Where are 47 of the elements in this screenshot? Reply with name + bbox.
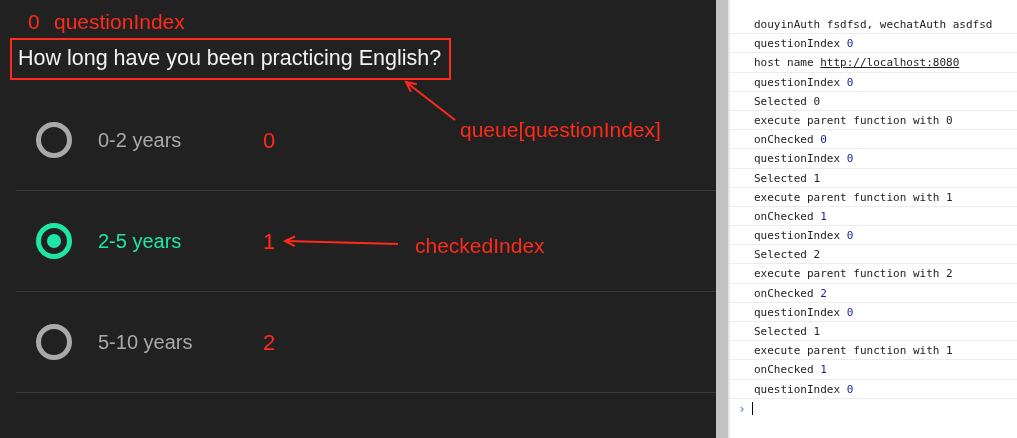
console-log-value: 2 [820,286,827,300]
console-log-value: 0 [846,305,854,319]
console-log-text: questionIndex [754,382,841,396]
console-log-value: 1 [820,209,827,223]
console-log-text: execute parent function with 1 [754,190,953,204]
console-log-text: onChecked [754,286,814,300]
console-log-text: execute parent function with 1 [754,344,953,358]
console-log-text: questionIndex [754,305,841,319]
annotation-label: queue[questionIndex] [460,117,661,143]
annotation-label: 0 [28,9,40,35]
console-log-value: 1 [820,363,827,377]
console-log-text: onChecked [754,209,814,223]
console-log-text: Selected 0 [754,94,821,108]
option-label[interactable]: 2-5 years [98,226,263,256]
radio-button[interactable] [36,324,72,360]
console-log-text: questionIndex [754,37,841,51]
console-log-value: 0 [846,382,854,396]
console-log-text: questionIndex [754,75,841,89]
prompt-icon: › [738,399,746,419]
option-label[interactable]: 0-2 years [98,125,263,155]
console-log-text: Selected 1 [754,325,821,338]
annotation-label: questionIndex [54,9,185,35]
console-log-value: 0 [846,229,854,243]
annotation-label: 0 [263,126,276,155]
radio-button[interactable] [36,223,72,259]
console-log-text: onChecked [754,133,814,147]
console-input-caret[interactable] [751,402,753,416]
console-log-text: questionIndex [754,229,841,243]
console-log-text: onChecked [754,363,814,377]
annotation-label: 2 [263,328,276,357]
console-log-text: execute parent function with 2 [754,267,953,281]
annotation-label: checkedIndex [415,233,545,259]
console-log-value: 0 [846,37,854,51]
console-log-value: 0 [846,75,854,89]
annotation-label: 1 [263,227,276,256]
console-log-text: questionIndex [754,152,841,166]
console-log-value: 0 [820,133,827,147]
radio-button[interactable] [36,122,72,158]
console-log-text: Selected 1 [754,171,821,185]
console-log-text: douyinAuth fsdfsd, wechatAuth asdfsd [754,18,993,31]
console-link[interactable]: http://localhost:8080 [820,56,960,70]
console-log-text: execute parent function with 0 [754,113,953,127]
question-text: How long have you been practicing English? [10,38,452,81]
console-log-text: host name [754,56,814,70]
console-log-text: Selected 2 [754,248,821,262]
console-log-value: 0 [846,152,854,166]
option-label[interactable]: 5-10 years [98,327,263,357]
